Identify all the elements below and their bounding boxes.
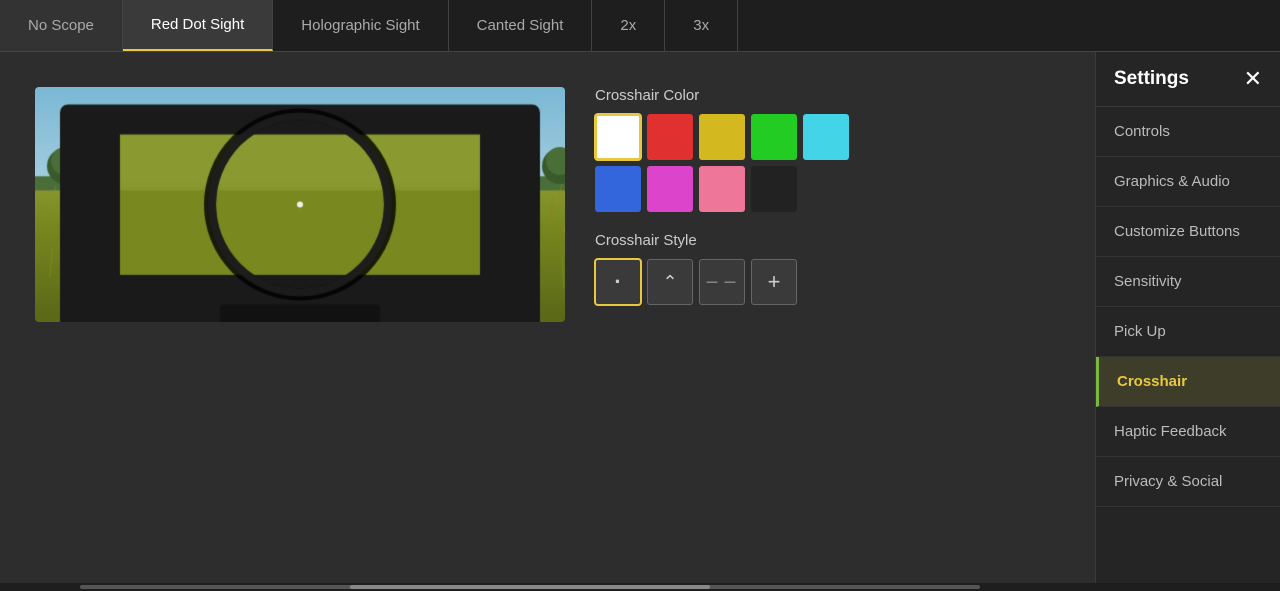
sidebar-item-pick-up[interactable]: Pick Up (1096, 307, 1280, 357)
color-swatch-pink[interactable] (699, 166, 745, 212)
color-swatch-yellow[interactable] (699, 114, 745, 160)
sidebar: Settings ✕ Controls Graphics & Audio Cus… (1095, 52, 1280, 583)
sidebar-item-customize-buttons[interactable]: Customize Buttons (1096, 207, 1280, 257)
tab-3x[interactable]: 3x (665, 0, 738, 51)
main-content: Crosshair Color (0, 52, 1280, 583)
scope-canvas (35, 87, 565, 322)
sidebar-menu: Controls Graphics & Audio Customize Butt… (1096, 107, 1280, 583)
color-section: Crosshair Color (595, 87, 849, 212)
color-swatch-cyan[interactable] (803, 114, 849, 160)
dash-icon: — — (706, 276, 737, 288)
tab-holographic[interactable]: Holographic Sight (273, 0, 448, 51)
crosshair-style-label: Crosshair Style (595, 232, 849, 249)
tab-no-scope[interactable]: No Scope (0, 0, 123, 51)
color-swatch-green[interactable] (751, 114, 797, 160)
cross-icon: + (768, 269, 781, 295)
sidebar-header: Settings ✕ (1096, 52, 1280, 107)
horizontal-scrollbar[interactable] (0, 583, 1280, 591)
sidebar-item-sensitivity[interactable]: Sensitivity (1096, 257, 1280, 307)
sidebar-item-haptic-feedback[interactable]: Haptic Feedback (1096, 407, 1280, 457)
style-grid: · ⌃ — — + (595, 259, 849, 305)
tab-2x[interactable]: 2x (592, 0, 665, 51)
color-swatch-white[interactable] (595, 114, 641, 160)
style-section: Crosshair Style · ⌃ — — + (595, 232, 849, 305)
style-swatch-dot[interactable]: · (595, 259, 641, 305)
tab-red-dot[interactable]: Red Dot Sight (123, 0, 273, 51)
style-swatch-dash[interactable]: — — (699, 259, 745, 305)
sidebar-item-controls[interactable]: Controls (1096, 107, 1280, 157)
crosshair-settings: Crosshair Color (595, 87, 849, 322)
dot-icon: · (614, 269, 621, 295)
color-swatch-magenta[interactable] (647, 166, 693, 212)
scrollbar-thumb[interactable] (350, 585, 710, 589)
chevron-icon: ⌃ (662, 272, 677, 293)
color-row-2 (595, 166, 849, 212)
sidebar-item-graphics-audio[interactable]: Graphics & Audio (1096, 157, 1280, 207)
sidebar-title: Settings (1114, 68, 1189, 90)
style-swatch-chevron[interactable]: ⌃ (647, 259, 693, 305)
color-swatch-red[interactable] (647, 114, 693, 160)
content-panel: Crosshair Color (0, 52, 1095, 583)
scrollbar-track (80, 585, 980, 589)
style-swatch-cross[interactable]: + (751, 259, 797, 305)
scope-and-settings: Crosshair Color (20, 72, 1075, 337)
scope-preview (35, 87, 565, 322)
color-swatch-blue[interactable] (595, 166, 641, 212)
close-button[interactable]: ✕ (1244, 68, 1262, 90)
tab-canted[interactable]: Canted Sight (449, 0, 593, 51)
crosshair-color-label: Crosshair Color (595, 87, 849, 104)
sidebar-item-crosshair[interactable]: Crosshair (1096, 357, 1280, 407)
color-grid (595, 114, 849, 212)
color-row-1 (595, 114, 849, 160)
scope-tab-bar: No Scope Red Dot Sight Holographic Sight… (0, 0, 1280, 52)
color-swatch-black[interactable] (751, 166, 797, 212)
sidebar-item-privacy-social[interactable]: Privacy & Social (1096, 457, 1280, 507)
